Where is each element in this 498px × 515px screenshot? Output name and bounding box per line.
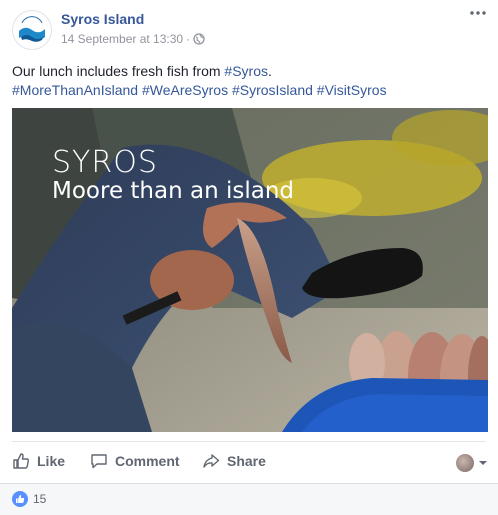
hashtag-visitsyros[interactable]: #VisitSyros [317, 82, 387, 98]
footer-divider [0, 483, 498, 484]
like-reaction-icon[interactable] [12, 491, 28, 507]
share-button[interactable]: Share [202, 452, 266, 470]
post-message-line-2: #MoreThanAnIsland #WeAreSyros #SyrosIsla… [12, 81, 486, 100]
post-text-period: . [268, 63, 272, 79]
user-avatar [456, 454, 474, 472]
hashtag-syrosisland[interactable]: #SyrosIsland [232, 82, 313, 98]
photo-overlay-title: SYROS [52, 145, 158, 180]
hashtag-wearesyros[interactable]: #WeAreSyros [142, 82, 228, 98]
post-meta: 14 September at 13:30 · [61, 32, 205, 48]
hashtag-syros[interactable]: #Syros [224, 63, 268, 79]
comment-label: Comment [115, 453, 180, 469]
post-message-line-1: Our lunch includes fresh fish from #Syro… [12, 62, 486, 81]
reactions-bar: 15 [0, 483, 498, 515]
post-timestamp[interactable]: 14 September at 13:30 [61, 32, 183, 46]
comment-as-selector[interactable] [456, 454, 488, 472]
post-message: Our lunch includes fresh fish from #Syro… [12, 62, 486, 100]
post-text-body: Our lunch includes fresh fish from [12, 63, 225, 79]
action-bar: Like Comment Share [12, 448, 486, 476]
facebook-post: Syros Island 14 September at 13:30 · Our … [0, 0, 498, 515]
post-photo[interactable]: SYROS Moore than an island [12, 108, 488, 432]
chevron-down-icon [479, 461, 487, 465]
reaction-count[interactable]: 15 [33, 492, 46, 506]
thumbs-up-icon [13, 453, 30, 469]
share-icon [203, 454, 220, 468]
like-button[interactable]: Like [12, 452, 65, 470]
comment-button[interactable]: Comment [90, 452, 180, 470]
meta-separator: · [186, 32, 191, 46]
syros-logo-icon [14, 12, 50, 48]
comment-icon [91, 454, 107, 469]
globe-icon[interactable] [193, 33, 205, 48]
photo-overlay-subtitle: Moore than an island [52, 178, 294, 204]
more-options-button[interactable] [468, 8, 488, 22]
like-label: Like [37, 453, 66, 469]
thumbs-up-icon [16, 495, 25, 503]
action-bar-divider [12, 441, 486, 442]
share-label: Share [227, 453, 266, 469]
page-name-link[interactable]: Syros Island [61, 11, 144, 27]
hashtag-morethananisland[interactable]: #MoreThanAnIsland [12, 82, 138, 98]
page-avatar[interactable] [12, 10, 52, 50]
ellipsis-icon [470, 11, 486, 15]
